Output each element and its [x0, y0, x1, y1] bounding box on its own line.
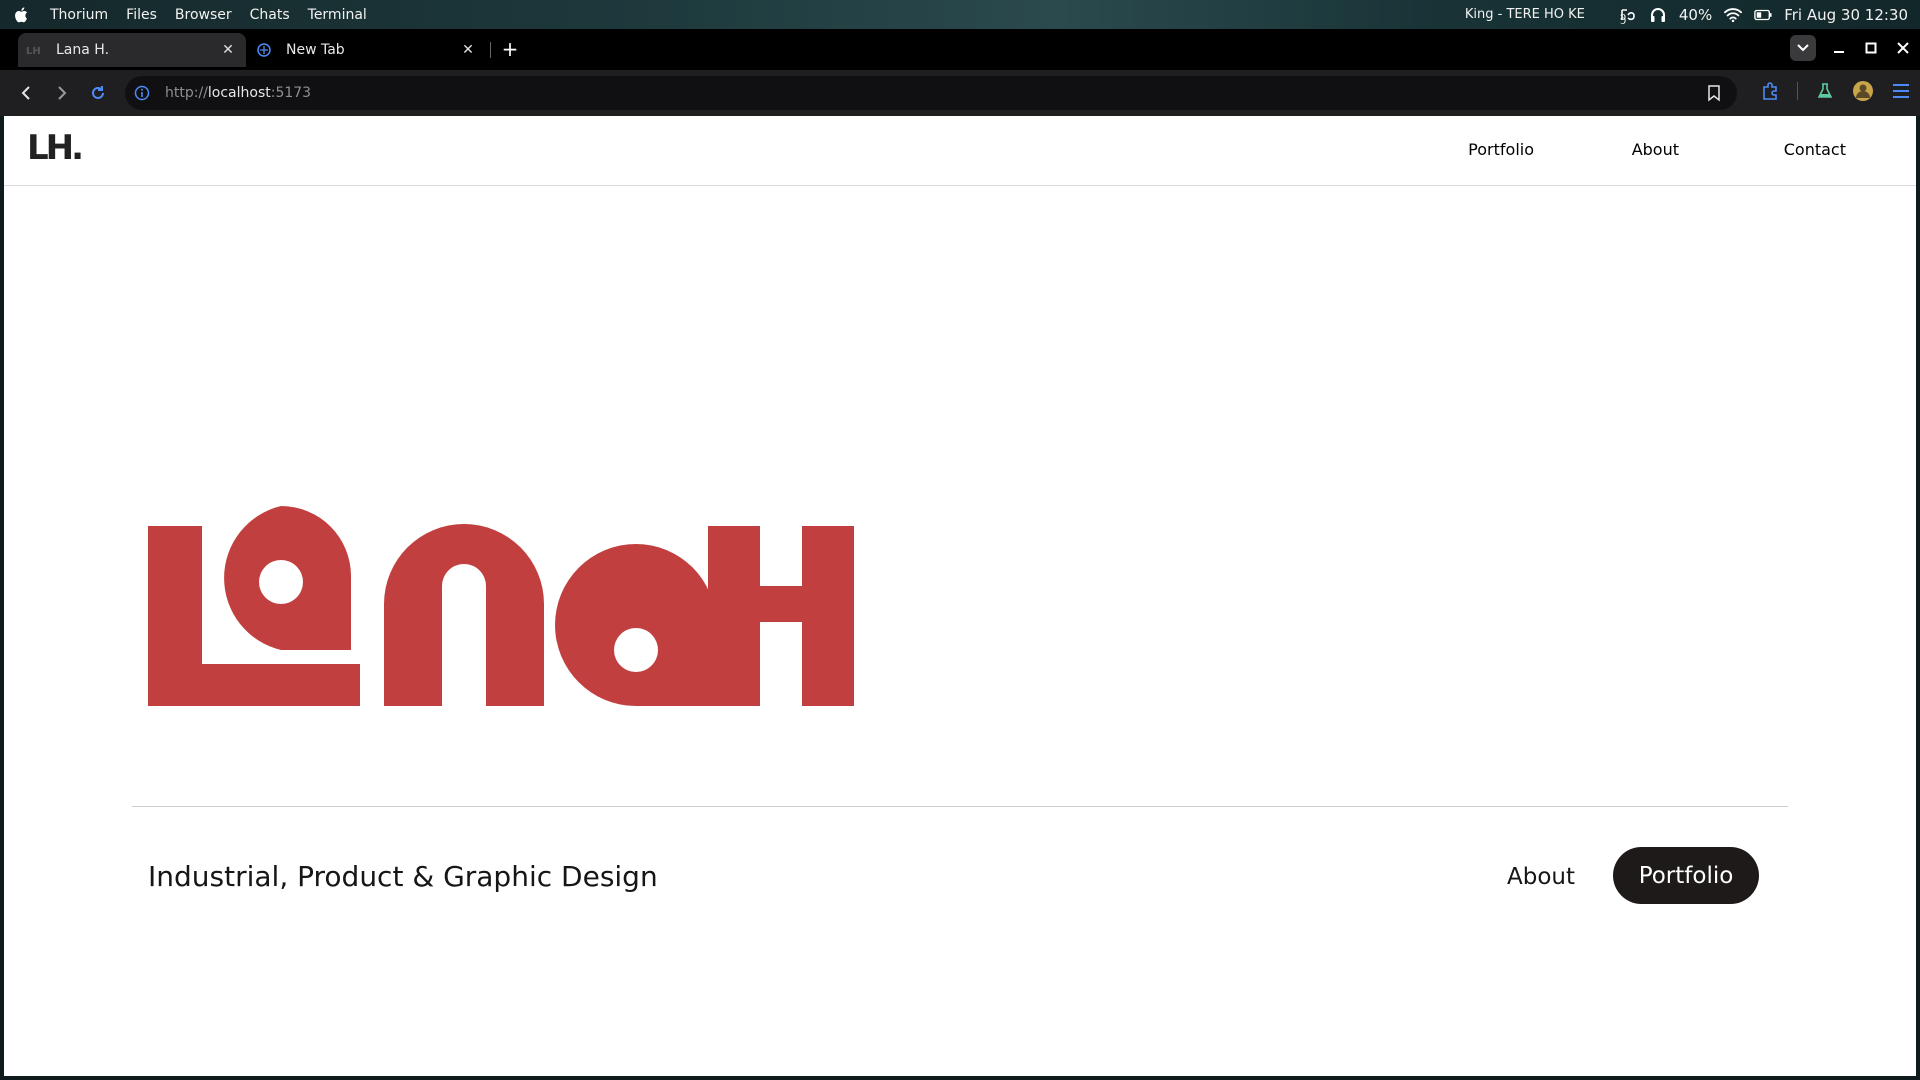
tab-strip: LH Lana H. ✕ New Tab ✕ + — [0, 29, 1920, 70]
reload-icon[interactable] — [84, 79, 112, 107]
svg-text:LH: LH — [26, 46, 41, 57]
thorium-icon — [256, 42, 272, 58]
section-divider — [132, 806, 1788, 807]
forward-icon[interactable] — [48, 79, 76, 107]
system-menu-bar: Thorium Files Browser Chats Terminal Kin… — [0, 0, 1920, 29]
maximize-icon[interactable] — [1862, 39, 1880, 57]
clock[interactable]: Fri Aug 30 12:30 — [1784, 6, 1908, 24]
minimize-icon[interactable] — [1830, 39, 1848, 57]
svg-text:ᦃ: ᦃ — [1620, 9, 1627, 24]
new-tab-button[interactable]: + — [499, 37, 521, 61]
tab-search-icon[interactable] — [1790, 35, 1816, 61]
menu-files[interactable]: Files — [126, 7, 157, 23]
hero-wordmark-logo — [148, 506, 854, 706]
close-tab-icon[interactable]: ✕ — [220, 42, 236, 58]
nav-link-about[interactable]: About — [1632, 140, 1679, 159]
address-bar[interactable]: http://localhost:5173 — [125, 76, 1737, 110]
menu-thorium[interactable]: Thorium — [50, 7, 108, 23]
battery-percent: 40% — [1678, 5, 1713, 24]
headphones-icon[interactable] — [1649, 6, 1667, 24]
tab-separator — [490, 42, 491, 58]
close-tab-icon[interactable]: ✕ — [460, 42, 476, 58]
toolbar-separator — [1797, 82, 1798, 100]
menu-terminal[interactable]: Terminal — [308, 7, 367, 23]
site-logo[interactable]: LH. — [27, 128, 84, 168]
url-text[interactable]: http://localhost:5173 — [165, 85, 311, 101]
lh-favicon-icon: LH — [26, 42, 42, 58]
battery-icon[interactable] — [1754, 6, 1772, 24]
tagline: Industrial, Product & Graphic Design — [148, 860, 658, 893]
apple-icon[interactable] — [12, 6, 30, 24]
about-link[interactable]: About — [1507, 864, 1575, 890]
back-icon[interactable] — [12, 79, 40, 107]
tab-label: New Tab — [286, 42, 345, 58]
extensions-icon[interactable] — [1759, 80, 1781, 102]
site-info-icon[interactable] — [133, 84, 151, 102]
menu-hamburger-icon[interactable] — [1890, 80, 1912, 102]
wifi-icon[interactable] — [1724, 6, 1743, 24]
menu-browser[interactable]: Browser — [175, 7, 232, 23]
toolbar-icons — [1759, 80, 1912, 102]
nav-link-contact[interactable]: Contact — [1784, 140, 1846, 159]
portfolio-button[interactable]: Portfolio — [1613, 847, 1759, 904]
tab-lana-h[interactable]: LH Lana H. ✕ — [18, 33, 246, 67]
site-header: LH. Portfolio About Contact — [4, 116, 1916, 186]
window-controls — [1790, 35, 1912, 61]
bookmark-icon[interactable] — [1705, 84, 1723, 102]
wordmark-letters — [148, 506, 854, 706]
now-playing[interactable]: King - TERE HO KE — [1465, 7, 1585, 22]
profile-avatar-icon[interactable] — [1852, 80, 1874, 102]
browser-toolbar: http://localhost:5173 — [0, 70, 1920, 116]
page-viewport: LH. Portfolio About Contact Industrial, … — [4, 116, 1916, 1076]
tab-label: Lana H. — [56, 42, 110, 58]
keyboard-layout-icon[interactable]: ᦃ — [1619, 6, 1637, 24]
labs-flask-icon[interactable] — [1814, 80, 1836, 102]
nav-link-portfolio[interactable]: Portfolio — [1468, 140, 1534, 159]
menu-chats[interactable]: Chats — [250, 7, 290, 23]
close-window-icon[interactable] — [1894, 39, 1912, 57]
tab-new-tab[interactable]: New Tab ✕ — [248, 33, 486, 67]
